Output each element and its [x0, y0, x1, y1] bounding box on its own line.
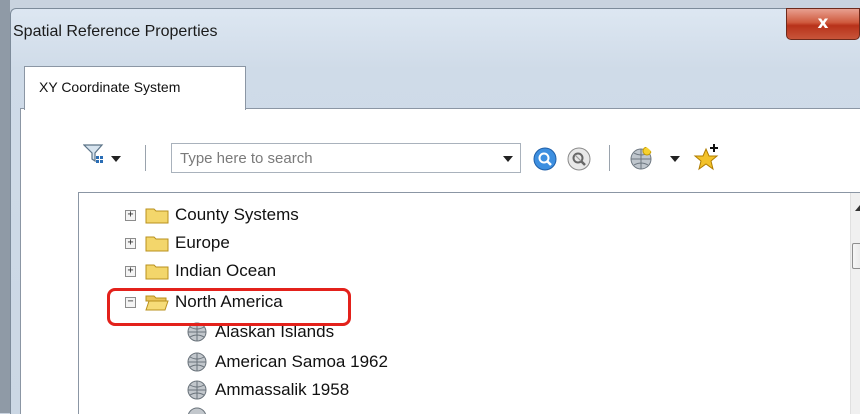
open-folder-icon [145, 295, 169, 311]
coordinate-system-globe-icon [187, 322, 207, 342]
folder-icon [145, 208, 169, 224]
tree-folder-north-america[interactable]: − North America [125, 289, 283, 315]
clear-search-icon[interactable] [567, 147, 591, 171]
scroll-thumb[interactable] [852, 243, 860, 269]
toolbar-separator-2 [609, 145, 610, 171]
tree-item-label: Ammassalik 1958 [215, 380, 350, 399]
tree-item-ammassalik-1958[interactable]: Ammassalik 1958 [187, 377, 349, 403]
collapse-icon[interactable]: − [125, 296, 136, 308]
background-window-edge [0, 0, 10, 413]
tree-folder-label: Indian Ocean [175, 261, 277, 280]
globe-icon[interactable] [629, 146, 653, 170]
folder-icon [145, 236, 169, 252]
tree-item-label: American Samoa 1962 [215, 352, 388, 371]
search-input[interactable]: Type here to search [171, 143, 521, 173]
tree-item-label: Alaskan Islands [215, 322, 335, 341]
new-favorite-icon[interactable] [692, 142, 722, 172]
expand-icon[interactable]: + [125, 265, 136, 277]
coordinate-system-globe-icon [187, 352, 207, 372]
tree-folder-label: North America [175, 292, 283, 311]
folder-icon [145, 264, 169, 280]
close-button[interactable]: x [786, 8, 860, 40]
search-placeholder: Type here to search [180, 150, 313, 167]
window-title: Spatial Reference Properties [13, 23, 218, 40]
tree-folder-county-systems[interactable]: + County Systems [125, 202, 299, 228]
tree-item-alaskan-islands[interactable]: Alaskan Islands [187, 319, 334, 345]
coordinate-system-globe-icon [187, 380, 207, 400]
filter-dropdown-arrow-icon[interactable] [111, 156, 121, 162]
tree-folder-indian-ocean[interactable]: + Indian Ocean [125, 258, 276, 284]
tree-item-american-samoa-1962[interactable]: American Samoa 1962 [187, 349, 388, 375]
search-dropdown-arrow-icon[interactable] [503, 156, 513, 162]
globe-dropdown-arrow-icon[interactable] [670, 156, 680, 162]
tab-xy-coordinate-system[interactable]: XY Coordinate System [24, 66, 246, 110]
scroll-up-arrow-icon[interactable] [855, 205, 860, 211]
vertical-scrollbar[interactable] [850, 193, 860, 414]
tree-folder-europe[interactable]: + Europe [125, 230, 230, 256]
toolbar-separator [145, 145, 146, 171]
coordinate-system-tree[interactable]: + County Systems + Europe + Indian Ocean… [78, 192, 860, 414]
filter-icon[interactable] [83, 143, 105, 165]
expand-icon[interactable]: + [125, 209, 136, 221]
expand-icon[interactable]: + [125, 237, 136, 249]
search-icon[interactable] [533, 147, 557, 171]
tree-folder-label: Europe [175, 233, 230, 252]
tree-folder-label: County Systems [175, 205, 299, 224]
